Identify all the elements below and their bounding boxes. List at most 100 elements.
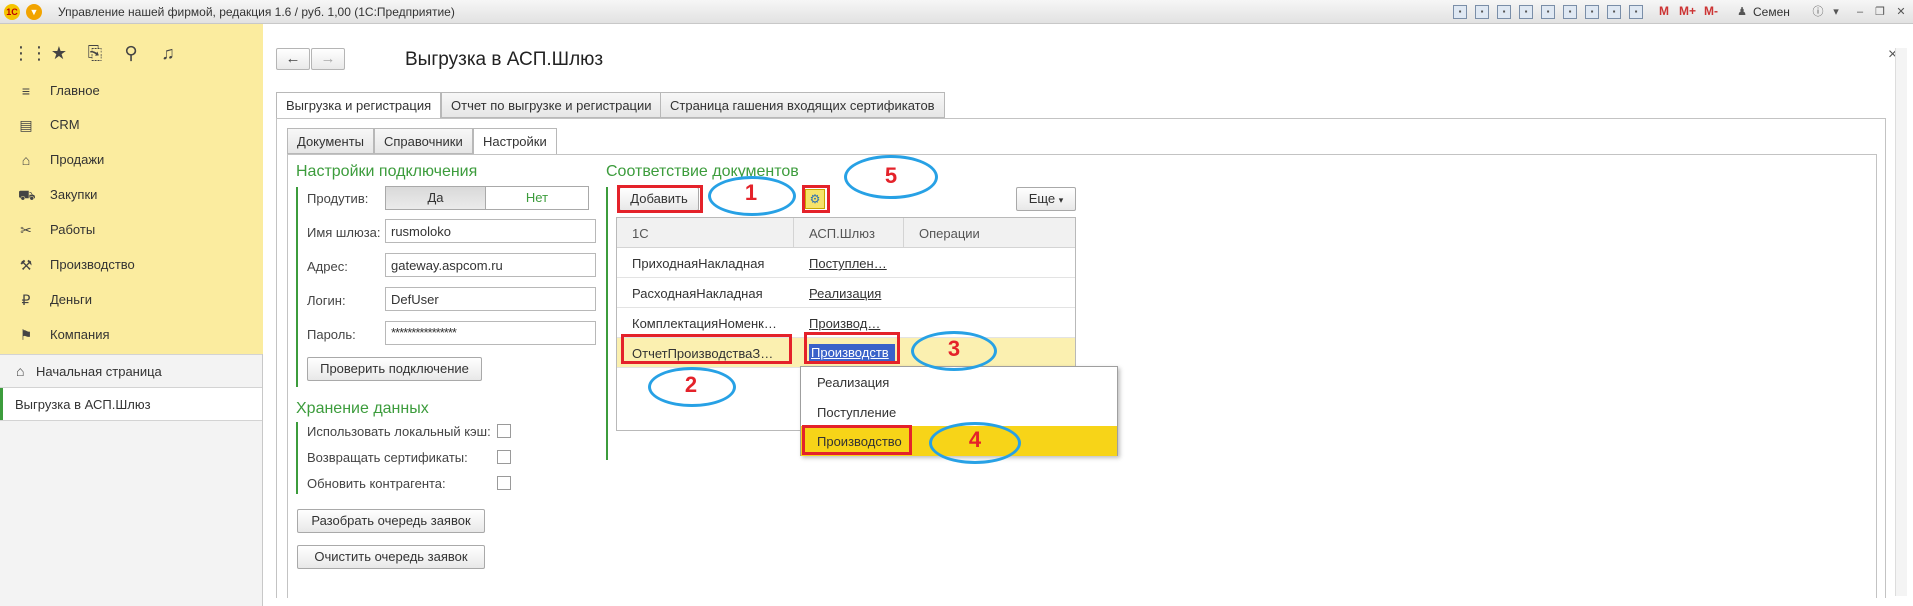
print-icon[interactable]: ▪	[1475, 5, 1489, 19]
tab-settings[interactable]: Настройки	[473, 128, 557, 155]
calculator-icon[interactable]: ▪	[1585, 5, 1599, 19]
login-label: Логин:	[307, 293, 346, 308]
search-icon[interactable]: ⚲	[120, 42, 142, 64]
return-certs-checkbox[interactable]	[497, 450, 511, 464]
table-row[interactable]: ПриходнаяНакладная Поступлен…	[617, 248, 1075, 278]
memory-plus-button[interactable]: M+	[1679, 4, 1696, 18]
history-icon[interactable]: ⎘	[84, 42, 106, 64]
table-row[interactable]: РасходнаяНакладная Реализация	[617, 278, 1075, 308]
parse-queue-button[interactable]: Разобрать очередь заявок	[297, 509, 485, 533]
arrow-right-icon: →	[320, 50, 336, 67]
tools-icon: ✂	[20, 222, 32, 238]
open-window-asp-export[interactable]: Выгрузка в АСП.Шлюз	[0, 388, 262, 420]
document-icon[interactable]: ▪	[1519, 5, 1533, 19]
restore-icon[interactable]: ❐	[1872, 4, 1888, 20]
more-button[interactable]: Еще ▾	[1016, 187, 1076, 211]
sidebar-item-purchases[interactable]: ⛟ Закупки	[0, 178, 262, 212]
calendar-icon[interactable]: ▪	[1607, 5, 1621, 19]
main-menu-icon[interactable]: ▼	[26, 4, 42, 20]
connection-group-title: Настройки подключения	[296, 163, 478, 180]
sidebar-item-works[interactable]: ✂ Работы	[0, 213, 262, 247]
back-button[interactable]: ←	[276, 48, 310, 70]
sidebar-item-money[interactable]: ₽ Деньги	[0, 283, 262, 317]
window-title-bar: 1С ▼ Управление нашей фирмой, редакция 1…	[0, 0, 1913, 24]
column-header-1c[interactable]: 1С	[617, 218, 794, 248]
arrow-left-icon: ←	[285, 50, 301, 67]
cell-1c: КомплектацияНоменк…	[632, 316, 777, 331]
sidebar-item-label: Закупки	[50, 187, 98, 202]
memory-button[interactable]: M	[1659, 4, 1669, 18]
cell-asp[interactable]: Производ…	[809, 316, 899, 331]
address-label: Адрес:	[307, 259, 348, 274]
update-contractor-checkbox[interactable]	[497, 476, 511, 490]
cell-1c: РасходнаяНакладная	[632, 286, 763, 301]
mail-icon[interactable]: ▪	[1563, 5, 1577, 19]
column-header-asp[interactable]: АСП.Шлюз	[794, 218, 904, 248]
scrollbar[interactable]	[1895, 48, 1907, 596]
upload-icon[interactable]: ▪	[1541, 5, 1555, 19]
sidebar-item-crm[interactable]: ▤ CRM	[0, 108, 262, 142]
sidebar: ⋮⋮ ★ ⎘ ⚲ ♫ ≡ Главное ▤ CRM ⌂ Продажи ⛟ З…	[0, 24, 263, 606]
callout-number: 5	[884, 163, 898, 188]
login-input[interactable]: DefUser	[385, 287, 596, 311]
tab-certificates-page[interactable]: Страница гашения входящих сертификатов	[660, 92, 945, 118]
info-icon[interactable]: ⓘ	[1810, 4, 1826, 20]
save-icon[interactable]: ▪	[1453, 5, 1467, 19]
sidebar-item-label: Работы	[50, 222, 96, 237]
sidebar-item-sales[interactable]: ⌂ Продажи	[0, 143, 262, 177]
sidebar-item-label: Главное	[50, 83, 100, 98]
forward-button[interactable]: →	[311, 48, 345, 70]
column-header-operations[interactable]: Операции	[904, 218, 1075, 248]
close-window-icon[interactable]: ✕	[1893, 4, 1909, 20]
group-bar	[296, 422, 298, 494]
highlight-box	[804, 332, 900, 364]
notifications-icon[interactable]: ♫	[157, 42, 179, 64]
update-contractor-label: Обновить контрагента:	[307, 476, 446, 491]
sections-panel: ⋮⋮ ★ ⎘ ⚲ ♫ ≡ Главное ▤ CRM ⌂ Продажи ⛟ З…	[0, 24, 263, 354]
current-user[interactable]: Семен	[1753, 5, 1790, 19]
password-label: Пароль:	[307, 327, 356, 342]
dropdown-item-sales[interactable]: Реализация	[801, 367, 1117, 397]
clear-queue-button[interactable]: Очистить очередь заявок	[297, 545, 485, 569]
tab-export-report[interactable]: Отчет по выгрузке и регистрации	[441, 92, 662, 118]
person-icon: ♟	[1737, 6, 1747, 18]
dropdown-icon[interactable]: ▾	[1828, 4, 1844, 20]
favorites-icon[interactable]: ★	[48, 42, 70, 64]
tab-catalogs[interactable]: Справочники	[374, 128, 473, 154]
sidebar-item-label: Продажи	[50, 152, 105, 167]
truck-icon: ⛟	[18, 187, 36, 203]
sidebar-item-label: CRM	[50, 117, 80, 132]
productive-label: Продутив:	[307, 191, 369, 206]
preview-icon[interactable]: ▪	[1497, 5, 1511, 19]
sidebar-item-label: Компания	[50, 327, 110, 342]
password-input[interactable]: ****************	[385, 321, 596, 345]
sidebar-item-main[interactable]: ≡ Главное	[0, 74, 262, 108]
minimize-icon[interactable]: –	[1852, 4, 1868, 20]
address-input[interactable]: gateway.aspcom.ru	[385, 253, 596, 277]
all-functions-icon[interactable]: ⋮⋮	[12, 42, 48, 64]
productive-yes-toggle[interactable]: Да	[385, 186, 486, 210]
cell-asp[interactable]: Поступлен…	[809, 256, 899, 271]
group-bar	[296, 187, 298, 387]
window-title: Управление нашей фирмой, редакция 1.6 / …	[58, 5, 455, 19]
highlight-box	[802, 425, 912, 455]
sidebar-item-production[interactable]: ⚒ Производство	[0, 248, 262, 282]
gateway-input[interactable]: rusmoloko	[385, 219, 596, 243]
shop-icon: ⌂	[21, 152, 31, 168]
divider	[0, 420, 262, 421]
memory-minus-button[interactable]: M-	[1704, 4, 1718, 18]
cell-asp[interactable]: Реализация	[809, 286, 899, 301]
tab-export-registration[interactable]: Выгрузка и регистрация	[276, 92, 442, 119]
open-window-label: Начальная страница	[36, 364, 162, 379]
more-label: Еще	[1028, 191, 1056, 206]
use-cache-checkbox[interactable]	[497, 424, 511, 438]
list-icon[interactable]: ▪	[1629, 5, 1643, 19]
sidebar-item-company[interactable]: ⚑ Компания	[0, 318, 262, 352]
sidebar-item-label: Деньги	[50, 292, 92, 307]
open-window-home[interactable]: ⌂ Начальная страница	[0, 355, 262, 387]
open-window-label: Выгрузка в АСП.Шлюз	[15, 397, 151, 412]
productive-no-toggle[interactable]: Нет	[485, 186, 589, 210]
tab-documents[interactable]: Документы	[287, 128, 375, 154]
callout-number: 3	[947, 336, 961, 361]
check-connection-button[interactable]: Проверить подключение	[307, 357, 482, 381]
